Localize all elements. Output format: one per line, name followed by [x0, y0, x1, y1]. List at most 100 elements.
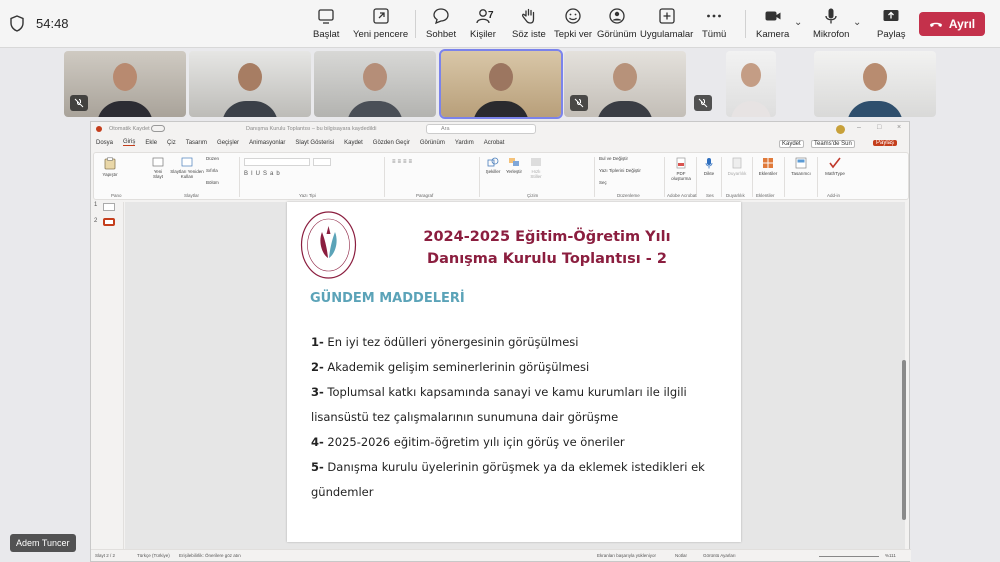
university-logo [300, 211, 357, 279]
participant-video [597, 101, 653, 117]
shield-icon [10, 15, 24, 32]
menu-insert[interactable]: Ekle [145, 140, 157, 146]
chat-button[interactable]: Sohbet [426, 6, 456, 44]
agenda-item-number: 3- [311, 385, 324, 399]
mic-options-chevron-icon[interactable]: ⌄ [853, 17, 861, 28]
plus-box-icon [656, 6, 678, 26]
menu-slideshow[interactable]: Slayt Gösterisi [295, 140, 334, 146]
menu-draw[interactable]: Çiz [167, 140, 176, 146]
start-button[interactable]: Başlat [313, 6, 339, 44]
menu-acrobat[interactable]: Acrobat [484, 140, 505, 146]
quick-styles-button[interactable]: Hızlı Stiller [526, 157, 546, 179]
menu-design[interactable]: Tasarım [186, 140, 207, 146]
layout-button[interactable]: Düzen [206, 156, 219, 161]
mathtype-label: MathType [825, 171, 845, 176]
minimize-icon[interactable]: – [857, 124, 861, 131]
participant-tile[interactable] [189, 51, 311, 117]
status-notes[interactable]: Notlar [675, 553, 687, 558]
sensitivity-label: Duyarlılık [727, 171, 747, 176]
view-button[interactable]: Görünüm [597, 6, 637, 44]
font-format-buttons[interactable]: BIUSab [244, 171, 283, 177]
addins-button[interactable]: Eklentiler [756, 157, 780, 176]
mic-button[interactable]: Mikrofon [813, 6, 849, 44]
camera-options-chevron-icon[interactable]: ⌄ [794, 17, 802, 28]
dictate-button[interactable]: Dikte [701, 157, 717, 176]
close-icon[interactable]: × [897, 124, 901, 131]
toolbar-divider [415, 10, 416, 38]
camera-button[interactable]: Kamera [756, 6, 789, 44]
apps-button[interactable]: Uygulamalar [640, 6, 693, 44]
avatar[interactable] [836, 125, 845, 134]
start-label: Başlat [313, 29, 340, 40]
arrange-label: Yerleştir [505, 169, 523, 174]
create-pdf-button[interactable]: PDF oluşturma [669, 157, 693, 181]
more-button[interactable]: Tümü [702, 6, 726, 44]
paste-button[interactable]: Yapıştır [99, 157, 121, 177]
share-button[interactable]: Paylaş [877, 6, 906, 44]
menu-help[interactable]: Yardım [455, 140, 474, 146]
participant-tile[interactable] [564, 51, 686, 117]
section-button[interactable]: Bölüm [206, 180, 219, 185]
slide-thumbnail-2[interactable] [103, 218, 115, 226]
menu-review[interactable]: Gözden Geçir [373, 140, 410, 146]
participant-video [347, 101, 403, 117]
agenda-item: 2- Akademik gelişim seminerlerinin görüş… [311, 360, 731, 374]
status-zoom[interactable]: %111 [885, 553, 896, 558]
mic-icon [820, 6, 842, 26]
reuse-slides-button[interactable]: Slaytları Yeniden Kullan [169, 157, 205, 179]
zoom-slider[interactable] [819, 556, 879, 557]
replace-fonts-button[interactable]: Yazı Tiplerini Değiştir [599, 168, 641, 173]
leave-button[interactable]: Ayrıl [919, 12, 985, 36]
menu-view[interactable]: Görünüm [420, 140, 445, 146]
menu-transitions[interactable]: Geçişler [217, 140, 239, 146]
designer-button[interactable]: Tasarımcı [788, 157, 814, 176]
menu-file[interactable]: Dosya [96, 140, 113, 146]
participant-video [863, 63, 887, 91]
shapes-button[interactable]: Şekiller [484, 157, 502, 174]
record-button[interactable]: Kaydet [779, 140, 804, 148]
menu-record[interactable]: Kaydet [344, 140, 363, 146]
agenda-heading: GÜNDEM MADDELERİ [310, 291, 465, 306]
status-language[interactable]: Türkçe (Türkiye) [137, 553, 170, 558]
paragraph-buttons[interactable]: ≡≡≡≡ [392, 159, 414, 165]
ppt-search-box[interactable]: Ara [426, 124, 536, 134]
react-button[interactable]: Tepki ver [554, 6, 592, 44]
ribbon-group-label: Eklentiler [756, 193, 775, 198]
new-slide-button[interactable]: Yeni Slayt [149, 157, 167, 179]
participant-tile[interactable] [64, 51, 186, 117]
thumbnail-number: 2 [94, 218, 98, 224]
ribbon-divider [664, 157, 665, 197]
present-in-teams-button[interactable]: Teams'de Sun [811, 140, 855, 148]
sensitivity-button[interactable]: Duyarlılık [725, 157, 749, 176]
menu-home[interactable]: Giriş [123, 139, 136, 146]
autosave-toggle[interactable] [151, 125, 165, 132]
participant-tile[interactable] [726, 51, 776, 117]
slide-thumbnail-1[interactable] [103, 203, 115, 211]
new-slide-label: Yeni Slayt [152, 169, 163, 179]
status-display-settings[interactable]: Görüntü Ayarları [703, 553, 736, 558]
maximize-icon[interactable]: □ [877, 124, 881, 131]
participant-tile[interactable] [314, 51, 436, 117]
reset-button[interactable]: Sıfırla [206, 168, 218, 173]
meeting-timer: 54:48 [36, 16, 69, 31]
participant-tile-active-speaker[interactable] [439, 49, 563, 119]
font-size-select[interactable] [313, 158, 331, 166]
slide[interactable]: 2024-2025 Eğitim-Öğretim Yılı Danışma Ku… [287, 202, 741, 542]
arrange-button[interactable]: Yerleştir [504, 157, 524, 174]
menu-animations[interactable]: Animasyonlar [249, 140, 285, 146]
participant-tile[interactable] [690, 51, 720, 117]
new-window-button[interactable]: Yeni pencere [353, 6, 408, 44]
section-label: Bölüm [206, 180, 219, 185]
status-accessibility[interactable]: Erişilebilirlik: Önerilere göz atın [179, 553, 241, 558]
font-family-select[interactable] [244, 158, 310, 166]
participant-tile[interactable] [814, 51, 936, 117]
raise-hand-button[interactable]: Söz iste [512, 6, 546, 44]
ribbon-group-label: Adobe Acrobat [667, 193, 697, 198]
agenda-item: 4- 2025-2026 eğitim-öğretim yılı için gö… [311, 435, 731, 449]
mathtype-button[interactable]: MathType [821, 157, 849, 176]
ppt-share-button[interactable]: Paylaş [873, 140, 898, 146]
select-button[interactable]: Seç [599, 180, 607, 185]
find-replace-button[interactable]: Bul ve Değiştir [599, 156, 628, 161]
reset-label: Sıfırla [206, 168, 218, 173]
vertical-scrollbar[interactable] [902, 360, 906, 520]
